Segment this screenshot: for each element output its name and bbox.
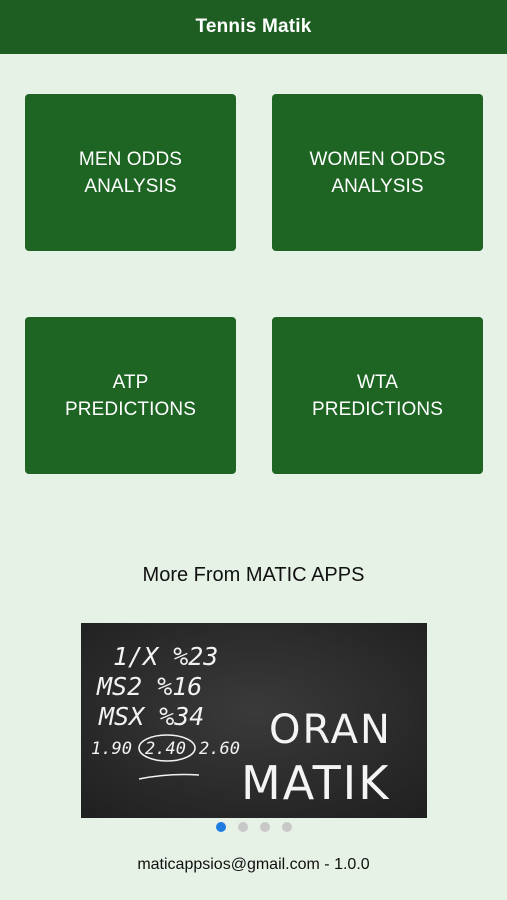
men-odds-analysis-label: MEN ODDS ANALYSIS <box>78 148 183 197</box>
chalk-line-1: 1/X %23 <box>113 642 218 671</box>
wta-predictions-button[interactable]: WTA PREDICTIONS <box>272 317 483 474</box>
chalk-odd-1: 1.90 <box>91 739 132 759</box>
page-dot[interactable] <box>237 822 248 832</box>
page-dot[interactable] <box>215 822 226 832</box>
logo-word-oran: ORAN <box>269 707 392 753</box>
chalk-line-2: MS2 %16 <box>96 672 202 701</box>
footer-contact-version: maticappsios@gmail.com - 1.0.0 <box>137 856 370 873</box>
chalk-line-3: MSX %34 <box>98 702 204 731</box>
page-dot[interactable] <box>281 822 292 832</box>
chalk-odd-2: 2.40 <box>145 739 186 759</box>
logo-word-matik: MATIK <box>241 756 390 810</box>
women-odds-analysis-button[interactable]: WOMEN ODDS ANALYSIS <box>272 94 483 251</box>
women-odds-analysis-label: WOMEN ODDS ANALYSIS <box>309 148 446 197</box>
wta-predictions-label: WTA PREDICTIONS <box>312 371 443 420</box>
app-title: Tennis Matik <box>195 16 312 37</box>
page-dot[interactable] <box>259 822 270 832</box>
men-odds-analysis-button[interactable]: MEN ODDS ANALYSIS <box>25 94 236 251</box>
banner-page-indicator[interactable] <box>0 822 507 834</box>
oran-matik-banner[interactable]: 1/X %23 MS2 %16 MSX %34 1.90 2.40 2.60 O… <box>81 623 427 818</box>
more-apps-heading: More From MATIC APPS <box>142 564 365 586</box>
chalkboard-image: 1/X %23 MS2 %16 MSX %34 1.90 2.40 2.60 O… <box>81 623 427 818</box>
atp-predictions-button[interactable]: ATP PREDICTIONS <box>25 317 236 474</box>
atp-predictions-label: ATP PREDICTIONS <box>65 371 196 420</box>
chalk-odd-3: 2.60 <box>199 739 240 759</box>
navigation-bar: Tennis Matik <box>0 0 507 54</box>
